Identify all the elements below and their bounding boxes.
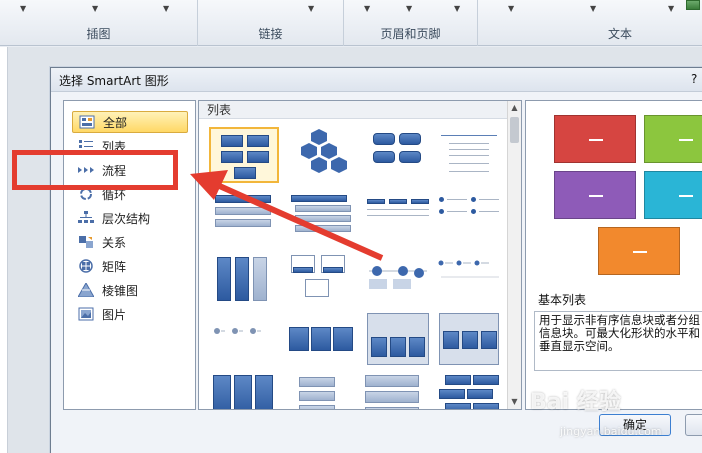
watermark-logo: Bai 经验 [530,390,621,415]
watermark-url: jingyan.baidu.com [560,425,662,438]
